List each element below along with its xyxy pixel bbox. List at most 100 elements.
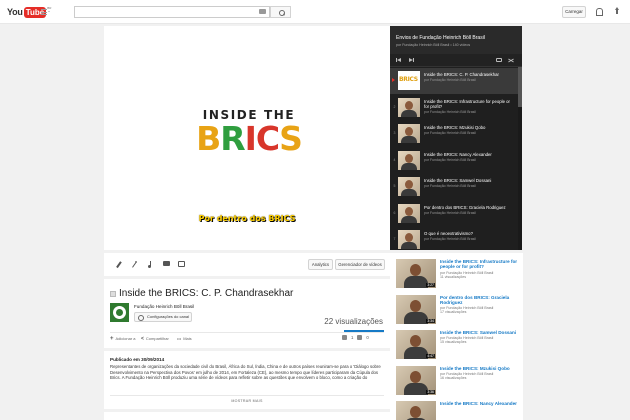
playlist-item-title[interactable]: Inside the BRICS: Nancy Alexander — [424, 152, 516, 157]
playlist-item-title[interactable]: Inside the BRICS: Infrastructure for peo… — [424, 99, 516, 109]
related-video-thumbnail[interactable]: 3:36 — [396, 365, 436, 395]
playlist-item-title[interactable]: Inside the BRICS: Mzukisi Qobo — [424, 125, 516, 130]
related-video-item[interactable]: 4:47 Inside the BRICS: Samwel Dossani por … — [396, 326, 520, 362]
related-video-title[interactable]: Inside the BRICS: Nancy Alexander — [440, 401, 520, 406]
video-duration: 3:27 — [426, 283, 435, 287]
playlist-item[interactable]: 5 Inside the BRICS: Samwel Dossani por Fun… — [390, 174, 518, 200]
playlist-item[interactable]: 7 O que é neoextrativismo? por Fundação He… — [390, 227, 518, 250]
notifications-bell-icon[interactable] — [595, 7, 603, 16]
playlist-item-author: por Fundação Heinrich Böll Brasil — [424, 210, 476, 215]
creator-action-bar: Analytics Gerenciador de vídeos — [104, 253, 390, 276]
video-duration: 4:47 — [426, 354, 435, 358]
related-video-item[interactable]: 3:34 Por dentro dos BRICS: Graciela Rodri… — [396, 291, 520, 327]
playlist-item-thumbnail[interactable] — [398, 71, 420, 90]
analytics-button[interactable]: Analytics — [308, 259, 333, 270]
edit-pencil-icon[interactable] — [115, 261, 122, 268]
playlist-prev-icon[interactable] — [396, 58, 402, 62]
playlist-item-text: Inside the BRICS: C. P. Chandrasekhar por… — [424, 72, 516, 82]
search-button[interactable] — [270, 6, 291, 18]
video-description: Publicado em 30/09/2014 Representantes d… — [104, 351, 390, 409]
playlist-item[interactable]: 4 Inside the BRICS: Nancy Alexander por Fu… — [390, 148, 518, 174]
related-video-thumbnail[interactable]: 3:27 — [396, 259, 436, 288]
playlist-item-text: Inside the BRICS: Samwel Dossani por Fund… — [424, 178, 516, 188]
channel-avatar[interactable] — [110, 303, 129, 322]
playlist-item-author: por Fundação Heinrich Böll Brasil — [424, 78, 476, 83]
upload-arrow-icon[interactable] — [613, 7, 621, 16]
upload-button[interactable]: Carregar — [562, 6, 586, 18]
video-manager-button[interactable]: Gerenciador de vídeos — [335, 259, 385, 270]
playlist-item-thumbnail[interactable] — [398, 203, 420, 223]
related-video-views: 11 visualizações — [440, 274, 467, 279]
enhancements-wand-icon[interactable] — [131, 261, 138, 268]
playlist-item-thumbnail[interactable] — [398, 150, 420, 170]
video-title-card: INSIDE THE BRICS — [194, 108, 304, 156]
playlist-item-title[interactable]: Inside the BRICS: Samwel Dossani — [424, 178, 516, 183]
playlist-scrollbar-thumb[interactable] — [518, 67, 522, 107]
search-input[interactable] — [74, 6, 270, 18]
related-video-title[interactable]: Inside the BRICS: Infrastructure for peo… — [440, 259, 520, 270]
playlist-item[interactable]: 3 Inside the BRICS: Mzukisi Qobo por Funda… — [390, 121, 518, 147]
comments-section — [104, 412, 390, 420]
channel-settings-button[interactable]: Configurações do canal — [134, 312, 192, 322]
share-button[interactable]: Compartilhar — [141, 336, 169, 342]
related-video-thumbnail[interactable]: 3:34 — [396, 294, 436, 324]
playlist-title[interactable]: Envios de Fundação Heinrich Böll Brasil — [396, 35, 485, 41]
title-letter: S — [279, 119, 303, 158]
playlist-next-icon[interactable] — [409, 58, 415, 62]
title-letter: R — [220, 119, 245, 158]
related-video-item[interactable]: 3:36 Inside the BRICS: Mzukisi Qobo por Fu… — [396, 362, 520, 398]
more-button[interactable]: Mais — [177, 336, 191, 341]
playlist-toolbar — [390, 54, 522, 67]
playlist-item[interactable]: Inside the BRICS: C. P. Chandrasekharpor… — [390, 68, 518, 94]
audio-music-icon[interactable] — [147, 261, 154, 268]
title-letter: B — [196, 119, 221, 158]
related-video-item[interactable]: Inside the BRICS: Nancy Alexander — [396, 397, 520, 420]
annotations-icon[interactable] — [163, 261, 170, 266]
like-ratio-bar — [344, 330, 384, 332]
related-video-title[interactable]: Por dentro dos BRICS: Graciela Rodriguez — [440, 295, 520, 306]
subtitles-icon[interactable] — [178, 261, 185, 267]
related-video-thumbnail[interactable] — [396, 401, 436, 420]
keyboard-icon[interactable] — [259, 9, 266, 14]
thumbs-up-icon[interactable] — [342, 335, 347, 340]
playlist-item-author: por Fundação Heinrich Böll Brasil — [424, 131, 476, 136]
related-videos: 3:27 Inside the BRICS: Infrastructure for… — [390, 253, 523, 420]
related-video-thumbnail[interactable]: 4:47 — [396, 330, 436, 359]
playlist-item-number: 4 — [393, 157, 396, 162]
description-text: Representantes de organizações da socied… — [110, 364, 381, 380]
playlist-item-thumbnail[interactable] — [398, 97, 420, 117]
related-video-title[interactable]: Inside the BRICS: Samwel Dossani — [440, 330, 520, 335]
playlist-item-title[interactable]: Inside the BRICS: C. P. Chandrasekhar — [424, 72, 516, 77]
playlist-item-number: 7 — [393, 237, 396, 241]
add-to-button[interactable]: Adicionar a — [110, 336, 136, 342]
show-more-button[interactable]: MOSTRAR MAIS — [104, 399, 390, 403]
playlist-item[interactable]: 2 Inside the BRICS: Infrastructure for pe… — [390, 95, 518, 121]
channel-name[interactable]: Fundação Heinrich Böll Brasil — [134, 304, 194, 309]
playlist-item-title[interactable]: Por dentro dos BRICS: Graciela Rodriguez — [424, 205, 516, 210]
video-status-icon — [110, 290, 116, 297]
playlist-item-author: por Fundação Heinrich Böll Brasil — [424, 184, 476, 189]
playlist-shuffle-icon[interactable] — [508, 58, 514, 62]
playlist-loop-icon[interactable] — [496, 58, 502, 62]
playlist-item-text: Inside the BRICS: Infrastructure for peo… — [424, 99, 516, 114]
video-duration: 3:34 — [426, 318, 435, 323]
guide-menu-icon[interactable] — [41, 9, 51, 15]
playlist-item-thumbnail[interactable] — [398, 124, 420, 143]
title-letter: I — [244, 119, 257, 158]
playlist-item-thumbnail[interactable] — [398, 177, 420, 196]
playlist-item[interactable]: 6 Por dentro dos BRICS: Graciela Rodrigue… — [390, 201, 518, 227]
related-video-text: Inside the BRICS: Mzukisi Qobo por Fundaç… — [440, 366, 520, 380]
playlist-item-title[interactable]: O que é neoextrativismo? — [424, 231, 516, 236]
playlist-item-thumbnail[interactable] — [398, 230, 420, 249]
related-video-text: Por dentro dos BRICS: Graciela Rodriguez… — [440, 295, 520, 315]
video-info: Inside the BRICS: C. P. Chandrasekhar Fu… — [104, 279, 390, 348]
related-video-title[interactable]: Inside the BRICS: Mzukisi Qobo — [440, 366, 520, 371]
thumbs-down-icon[interactable] — [357, 335, 363, 340]
playlist-scrollbar[interactable] — [518, 67, 522, 250]
playlist-item-text: Inside the BRICS: Nancy Alexander por Fun… — [424, 152, 516, 162]
related-video-item[interactable]: 3:27 Inside the BRICS: Infrastructure for… — [396, 255, 520, 291]
video-duration: 3:36 — [426, 389, 435, 394]
title-card-letters: BRICS — [194, 122, 304, 156]
related-video-views: 16 visualizações — [440, 375, 467, 380]
video-player[interactable]: INSIDE THE BRICS Por dentro dos BRICS 0:… — [104, 26, 390, 276]
